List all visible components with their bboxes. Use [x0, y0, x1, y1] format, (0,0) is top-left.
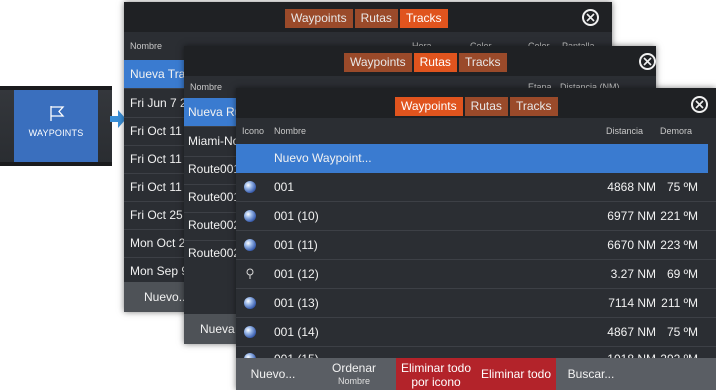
- tab-waypoints[interactable]: Waypoints: [395, 97, 463, 116]
- list-item[interactable]: Route001: [188, 190, 240, 204]
- launcher-strip: WAYPOINTS: [0, 86, 112, 166]
- tab-tracks[interactable]: Tracks: [509, 97, 558, 116]
- waypoint-dot-icon: [244, 210, 256, 222]
- column-header-bearing: Demora: [660, 126, 693, 136]
- table-row[interactable]: 001 (14) 4867 NM 75 ºM: [236, 318, 716, 346]
- delete-all-label: Eliminar todo: [480, 367, 552, 381]
- list-item[interactable]: Fri Oct 11: [130, 180, 182, 194]
- tab-waypoints[interactable]: Waypoints: [285, 9, 353, 28]
- waypoint-name: 001 (12): [274, 267, 319, 281]
- tab-bar: Waypoints Rutas Tracks: [124, 2, 612, 32]
- waypoint-distance: 6977 NM: [607, 209, 656, 223]
- table-row[interactable]: 001 (13) 7114 NM 211 ºM: [236, 289, 716, 317]
- waypoint-bearing: 69 ºM: [666, 267, 698, 281]
- delete-by-icon-label: Eliminar todo: [400, 361, 472, 375]
- sort-label: Ordenar: [331, 361, 377, 375]
- list-item[interactable]: Miami-No: [188, 134, 239, 148]
- waypoint-name: 001 (13): [274, 296, 319, 310]
- waypoints-launcher-label: WAYPOINTS: [28, 128, 84, 138]
- table-row[interactable]: 001 (12) 3.27 NM 69 ºM: [236, 260, 716, 288]
- close-button[interactable]: [639, 53, 656, 70]
- tab-rutas[interactable]: Rutas: [413, 53, 457, 72]
- tab-tracks[interactable]: Tracks: [458, 53, 507, 72]
- waypoints-launcher-button[interactable]: WAYPOINTS: [14, 90, 98, 162]
- waypoint-distance: 6670 NM: [607, 238, 656, 252]
- close-button[interactable]: [691, 96, 708, 113]
- waypoint-name: 001 (10): [274, 209, 319, 223]
- list-item[interactable]: Route002: [188, 246, 240, 260]
- close-icon: [643, 57, 652, 66]
- waypoint-dot-icon: [244, 239, 256, 251]
- table-row[interactable]: 001 (10) 6977 NM 221 ºM: [236, 202, 716, 230]
- sort-value: Nombre: [337, 376, 370, 386]
- new-track-button[interactable]: Nuevo...: [144, 290, 189, 304]
- list-item[interactable]: Fri Jun 7 2: [130, 96, 187, 110]
- tab-rutas[interactable]: Rutas: [354, 9, 398, 28]
- table-row[interactable]: 001 (11) 6670 NM 223 ºM: [236, 231, 716, 259]
- list-item[interactable]: Nueva Ru: [188, 105, 241, 119]
- footer-bar: Nuevo... Ordenar Nombre Eliminar todo po…: [236, 358, 716, 390]
- waypoint-name: 001 (11): [274, 238, 318, 252]
- waypoint-distance: 7114 NM: [608, 296, 656, 310]
- list-item[interactable]: Fri Oct 11: [130, 152, 182, 166]
- tab-waypoints[interactable]: Waypoints: [344, 53, 412, 72]
- delete-all-button[interactable]: Eliminar todo: [476, 358, 556, 390]
- waypoint-small-icon: [246, 268, 254, 279]
- new-waypoint-label: Nuevo Waypoint...: [274, 151, 372, 165]
- waypoint-dot-icon: [244, 326, 256, 338]
- table-row[interactable]: 001 4868 NM 75 ºM: [236, 173, 716, 201]
- waypoint-bearing: 75 ºM: [666, 180, 698, 194]
- close-icon: [586, 13, 595, 22]
- list-item[interactable]: Nueva Tra: [130, 67, 185, 81]
- close-button[interactable]: [582, 9, 599, 26]
- list-item[interactable]: Mon Sep 9: [130, 264, 188, 278]
- list-item[interactable]: Fri Oct 25: [130, 208, 183, 222]
- delete-all-by-icon-button[interactable]: Eliminar todo por icono: [396, 358, 476, 390]
- flag-icon: [50, 106, 65, 121]
- tab-bar: Waypoints Rutas Tracks: [236, 88, 716, 118]
- waypoint-bearing: 223 ºM: [660, 238, 698, 252]
- waypoint-name: 001 (14): [274, 325, 319, 339]
- search-label: Buscar...: [567, 367, 615, 381]
- waypoint-dot-icon: [244, 181, 256, 193]
- waypoint-distance: 3.27 NM: [610, 267, 656, 281]
- list-item[interactable]: Route001: [188, 162, 240, 176]
- delete-by-icon-label-2: por icono: [411, 375, 461, 389]
- sort-button[interactable]: Ordenar Nombre: [312, 358, 396, 390]
- tab-tracks[interactable]: Tracks: [399, 9, 448, 28]
- new-route-button[interactable]: Nueva: [200, 322, 235, 336]
- waypoint-dot-icon: [244, 297, 256, 309]
- waypoint-distance: 4867 NM: [607, 325, 656, 339]
- close-icon: [695, 100, 704, 109]
- waypoint-bearing: 211 ºM: [661, 296, 698, 310]
- new-waypoint-button[interactable]: Nuevo...: [236, 358, 310, 390]
- waypoint-distance: 4868 NM: [607, 180, 656, 194]
- new-waypoint-label: Nuevo...: [250, 367, 296, 381]
- search-button[interactable]: Buscar...: [556, 358, 626, 390]
- waypoints-dialog: Waypoints Rutas Tracks Icono Nombre Dist…: [236, 88, 716, 390]
- tab-bar: Waypoints Rutas Tracks: [184, 46, 656, 76]
- tab-rutas[interactable]: Rutas: [464, 97, 508, 116]
- list-item[interactable]: Mon Oct 2: [130, 236, 185, 250]
- waypoint-bearing: 221 ºM: [660, 209, 698, 223]
- waypoint-name: 001: [274, 180, 295, 194]
- list-item[interactable]: Route002: [188, 218, 240, 232]
- list-item[interactable]: Fri Oct 11: [130, 124, 182, 138]
- waypoint-bearing: 75 ºM: [666, 325, 698, 339]
